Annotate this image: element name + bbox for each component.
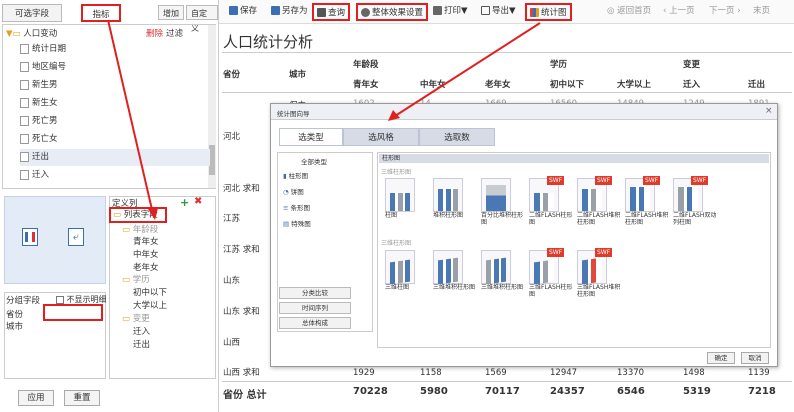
- arrow-to-column-fields: [107, 19, 154, 215]
- arrow-to-dialog: [394, 22, 541, 117]
- arrowhead: [148, 208, 158, 220]
- annotation-arrows: [107, 19, 541, 220]
- arrowhead: [388, 110, 400, 121]
